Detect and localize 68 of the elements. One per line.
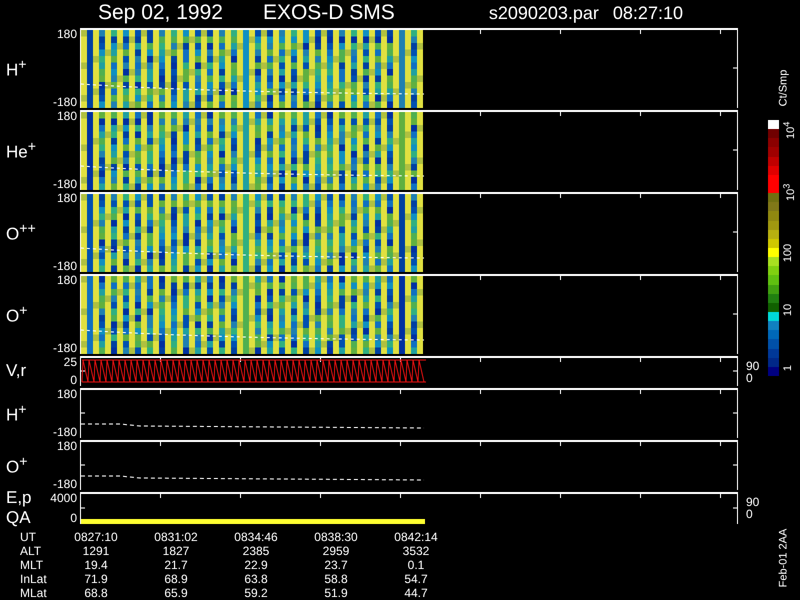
table-cell-text: 21.7 bbox=[163, 558, 189, 572]
plot-title: EXOS-D SMS bbox=[262, 1, 395, 25]
table-cell-text: 0.1 bbox=[406, 558, 426, 572]
plot-date: Sep 02, 1992 bbox=[98, 1, 223, 25]
scale-label: 100 bbox=[782, 243, 794, 262]
table-cell-text: 59.2 bbox=[243, 586, 269, 600]
row-label: MLT bbox=[20, 558, 44, 572]
axis-tick-label: 180 bbox=[56, 192, 77, 204]
axis-tick-label: 0 bbox=[70, 512, 77, 524]
panel-label: He$^{+}$ bbox=[6, 138, 38, 163]
table-cell-text: 71.9 bbox=[83, 572, 109, 586]
unit-label: Ct/Smp bbox=[777, 70, 789, 106]
axis-tick-label: 0 bbox=[746, 508, 754, 520]
table-cell-text: 1291 bbox=[82, 544, 110, 558]
axis-tick-label: 25 bbox=[64, 356, 77, 368]
axis-tick-label: -180 bbox=[52, 342, 77, 354]
table-cell-text: 0827:10 bbox=[73, 530, 119, 544]
table-cell-text: 22.9 bbox=[243, 558, 269, 572]
panel-label: H$^{+}$ bbox=[6, 401, 28, 426]
axis-tick-label: -180 bbox=[52, 426, 77, 438]
table-cell-text: 19.4 bbox=[83, 558, 109, 572]
footer-code: Feb-01 2AA bbox=[777, 528, 789, 588]
row-label: MLat bbox=[20, 586, 48, 600]
axis-tick-label: 4000 bbox=[50, 492, 77, 504]
table-cell-text: 0838:30 bbox=[313, 530, 359, 544]
table-cell-text: 2385 bbox=[242, 544, 270, 558]
panel-label: O$^{+}$ bbox=[6, 302, 29, 327]
axis-tick-label: 180 bbox=[56, 110, 77, 122]
axis-tick-label: 180 bbox=[56, 28, 77, 40]
row-label: UT bbox=[20, 530, 37, 544]
axis-tick-label: 90 bbox=[746, 496, 760, 508]
table-cell-text: 23.7 bbox=[323, 558, 349, 572]
table-cell-text: 1827 bbox=[162, 544, 190, 558]
table-cell-text: 68.9 bbox=[163, 572, 189, 586]
axis-tick-label: -180 bbox=[52, 478, 77, 490]
panel-label: O$^{+}$ bbox=[6, 453, 29, 478]
table-cell-text: 2959 bbox=[322, 544, 350, 558]
axis-tick-label: 180 bbox=[56, 388, 77, 400]
axis-tick-label: 180 bbox=[56, 274, 77, 286]
panel-label: O$^{++}$ bbox=[6, 220, 37, 245]
start-time: 08:27:10 bbox=[612, 2, 683, 25]
table-cell-text: 58.8 bbox=[323, 572, 349, 586]
axis-tick-label: -180 bbox=[52, 178, 77, 190]
table-cell-text: 44.7 bbox=[403, 586, 429, 600]
scale-label: 1 bbox=[782, 364, 794, 372]
panel-label: H$^{+}$ bbox=[6, 56, 28, 81]
scale-label: 10 bbox=[782, 304, 794, 316]
table-cell-text: 0831:02 bbox=[153, 530, 199, 544]
axis-tick-label: 180 bbox=[56, 440, 77, 452]
axis-tick-label: 0 bbox=[70, 374, 77, 386]
table-cell-text: 51.9 bbox=[323, 586, 349, 600]
panel-label: V,r bbox=[6, 361, 28, 381]
row-label: ALT bbox=[20, 544, 42, 558]
table-cell-text: 63.8 bbox=[243, 572, 269, 586]
panel-label: QA bbox=[6, 508, 32, 528]
axis-tick-label: -180 bbox=[52, 96, 77, 108]
axis-tick-label: 0 bbox=[746, 372, 754, 384]
axis-tick-label: 90 bbox=[746, 360, 760, 372]
table-cell-text: 3532 bbox=[402, 544, 430, 558]
table-cell-text: 0834:46 bbox=[233, 530, 279, 544]
table-cell-text: 68.8 bbox=[83, 586, 109, 600]
axis-tick-label: -180 bbox=[52, 260, 77, 272]
file-name: s2090203.par bbox=[488, 2, 599, 25]
table-cell-text: 65.9 bbox=[163, 586, 189, 600]
row-label: InLat bbox=[20, 572, 48, 586]
table-cell-text: 54.7 bbox=[403, 572, 429, 586]
table-cell-text: 0842:14 bbox=[393, 530, 439, 544]
panel-label: E,p bbox=[6, 488, 33, 508]
